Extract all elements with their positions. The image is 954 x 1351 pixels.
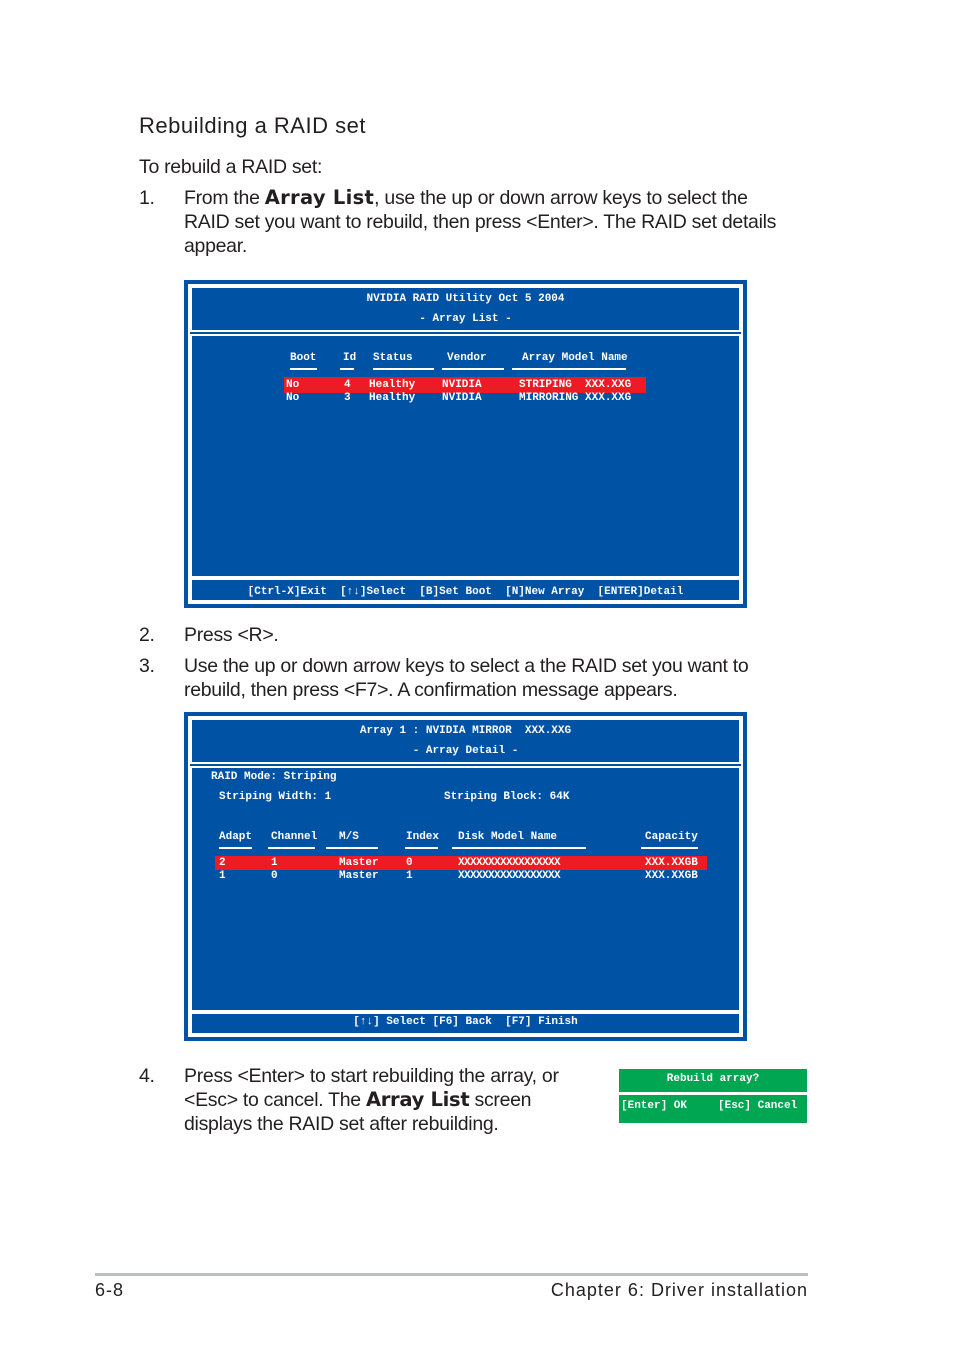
- underline: [290, 368, 317, 370]
- step-4-line-2: <Esc> to cancel. The Array List screen: [184, 1088, 532, 1112]
- step-number: 4.: [139, 1065, 155, 1087]
- text: , use the up or down arrow keys to selec…: [374, 187, 748, 209]
- col-header-ms: M/S: [339, 831, 359, 843]
- cell-boot: No: [286, 379, 300, 391]
- cell-id: 4: [344, 379, 351, 391]
- body-frame: [190, 334, 741, 578]
- screen-subtitle: - Array Detail -: [412, 745, 519, 757]
- step-4-line-3: displays the RAID set after rebuilding.: [184, 1113, 499, 1135]
- cell-status: Healthy: [369, 392, 416, 404]
- step-1-line-2: RAID set you want to rebuild, then press…: [184, 211, 777, 233]
- cell-boot: No: [286, 392, 300, 404]
- array-list-screen: NVIDIA RAID Utility Oct 5 2004 - Array L…: [184, 280, 747, 608]
- col-header-boot: Boot: [290, 352, 317, 364]
- dialog-title: Rebuild array?: [666, 1073, 760, 1085]
- underline: [340, 368, 354, 370]
- underline: [373, 368, 434, 370]
- array-detail-screen: Array 1 : NVIDIA MIRROR XXX.XXG - Array …: [184, 712, 747, 1041]
- cell-ms: Master: [339, 857, 379, 869]
- manual-page: Rebuilding a RAID set To rebuild a RAID …: [0, 0, 954, 1351]
- cell-index: 0: [406, 857, 413, 869]
- step-number: 1.: [139, 187, 155, 209]
- array-list-term: Array List: [365, 1088, 470, 1111]
- col-header-channel: Channel: [271, 831, 318, 843]
- col-header-disk-model: Disk Model Name: [458, 831, 558, 843]
- cell-disk-model: XXXXXXXXXXXXXXXXX: [458, 870, 561, 882]
- screen-title: Array 1 : NVIDIA MIRROR XXX.XXG: [359, 725, 572, 737]
- text: screen: [469, 1089, 532, 1111]
- striping-block: Striping Block: 64K: [444, 791, 570, 803]
- cell-ms: Master: [339, 870, 379, 882]
- col-header-vendor: Vendor: [447, 352, 487, 364]
- cell-adapt: 1: [219, 870, 226, 882]
- underline: [405, 847, 438, 849]
- array-list-term: Array List: [264, 186, 375, 209]
- page-number: 6-8: [95, 1280, 125, 1300]
- cell-disk-model: XXXXXXXXXXXXXXXXX: [458, 857, 561, 869]
- underline: [512, 368, 626, 370]
- cell-id: 3: [344, 392, 351, 404]
- text: From the: [184, 187, 265, 209]
- cell-capacity: XXX.XXGB: [645, 870, 698, 882]
- rebuild-dialog-title-bar: Rebuild array?: [619, 1069, 807, 1092]
- cell-vendor: NVIDIA: [442, 379, 482, 391]
- raid-mode: RAID Mode: Striping: [211, 771, 337, 783]
- col-header-capacity: Capacity: [645, 831, 698, 843]
- cell-channel: 1: [271, 857, 278, 869]
- underline: [452, 847, 586, 849]
- col-header-id: Id: [343, 352, 357, 364]
- underline: [219, 847, 252, 849]
- col-header-model: Array Model Name: [522, 352, 628, 364]
- cell-status: Healthy: [369, 379, 416, 391]
- col-header-adapt: Adapt: [219, 831, 253, 843]
- section-heading: Rebuilding a RAID set: [139, 113, 366, 138]
- step-3-line-2: rebuild, then press <F7>. A confirmation…: [184, 679, 678, 701]
- step-1-line-1: From the Array List, use the up or down …: [184, 186, 748, 210]
- rebuild-dialog-actions: [Enter] OK [Esc] Cancel: [619, 1095, 807, 1123]
- step-3-line-1: Use the up or down arrow keys to select …: [184, 655, 749, 677]
- striping-width: Striping Width: 1: [219, 791, 332, 803]
- underline: [641, 847, 698, 849]
- step-1-line-3: appear.: [184, 235, 247, 257]
- step-number: 2.: [139, 624, 155, 646]
- cell-vendor: NVIDIA: [442, 392, 482, 404]
- chapter-title: Chapter 6: Driver installation: [550, 1280, 808, 1300]
- cancel-button[interactable]: [Esc] Cancel: [718, 1100, 797, 1113]
- cell-capacity: XXX.XXGB: [645, 857, 698, 869]
- footer-rule: [95, 1273, 808, 1276]
- cell-model: STRIPING XXX.XXG: [519, 379, 632, 391]
- col-header-status: Status: [373, 352, 413, 364]
- step-number: 3.: [139, 655, 155, 677]
- screen-title: NVIDIA RAID Utility Oct 5 2004: [366, 293, 565, 305]
- intro-text: To rebuild a RAID set:: [139, 156, 323, 178]
- key-help-footer: [Ctrl-X]Exit [↑↓]Select [B]Set Boot [N]N…: [247, 586, 684, 598]
- underline: [268, 847, 315, 849]
- ok-button[interactable]: [Enter] OK: [621, 1100, 687, 1113]
- cell-model: MIRRORING XXX.XXG: [519, 392, 632, 404]
- cell-adapt: 2: [219, 857, 226, 869]
- cell-channel: 0: [271, 870, 278, 882]
- cell-index: 1: [406, 870, 413, 882]
- key-help-footer: [↑↓] Select [F6] Back [F7] Finish: [353, 1016, 578, 1028]
- step-2-line-1: Press <R>.: [184, 624, 279, 646]
- underline: [326, 847, 378, 849]
- step-4-line-1: Press <Enter> to start rebuilding the ar…: [184, 1065, 559, 1087]
- screen-subtitle: - Array List -: [419, 313, 512, 325]
- underline: [442, 368, 504, 370]
- col-header-index: Index: [406, 831, 440, 843]
- text: <Esc> to cancel. The: [184, 1089, 366, 1111]
